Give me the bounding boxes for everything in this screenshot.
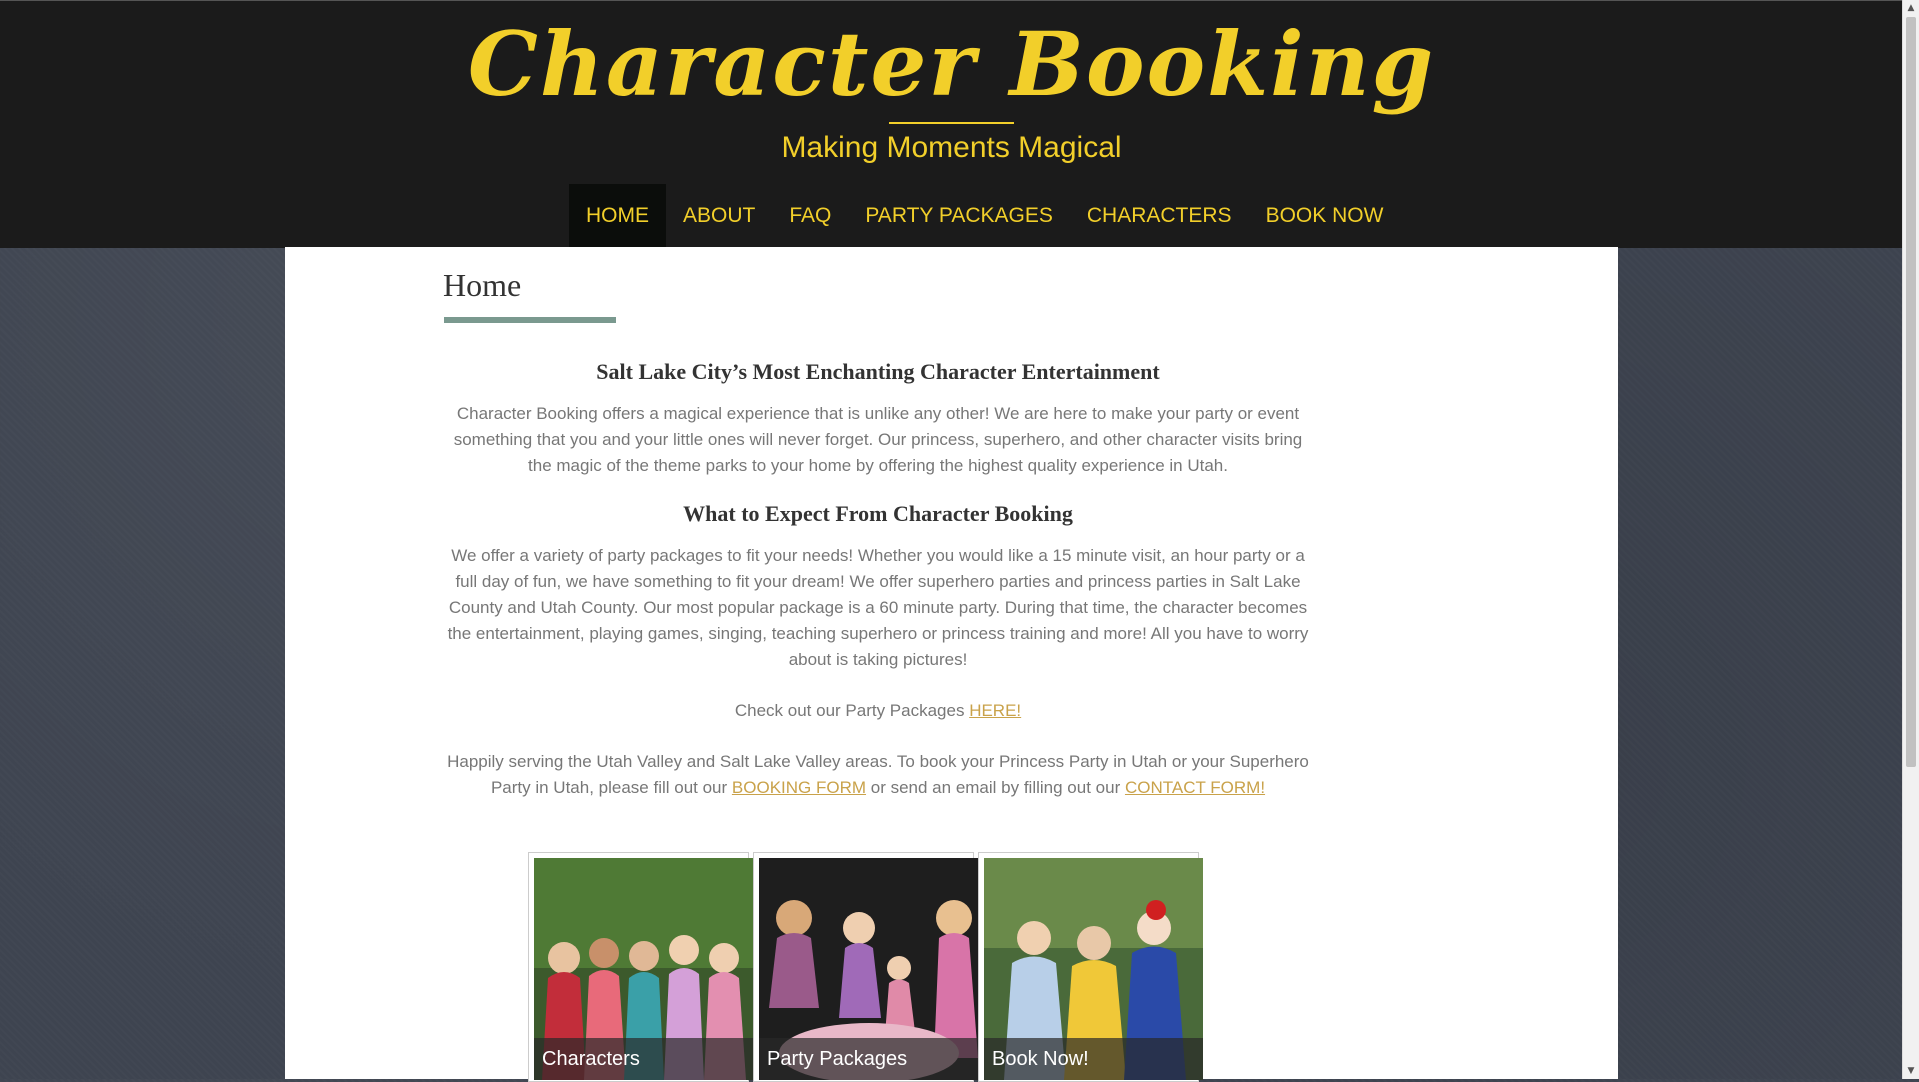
page: Character Booking Making Moments Magical… [0,0,1903,1082]
site-header: Character Booking Making Moments Magical… [0,0,1903,248]
characters-photo: Characters [534,858,753,1080]
tile-characters[interactable]: Characters [528,852,753,1082]
tile-caption-party-packages: Party Packages [759,1038,978,1080]
intro-paragraph: Character Booking offers a magical exper… [453,404,1303,475]
feature-tiles: Characters Party Packages Book Now! [528,852,1203,1082]
vertical-scrollbar[interactable]: ▲ ▼ [1902,0,1919,1079]
packages-line: Check out our Party Packages HERE! [443,698,1313,724]
main-content: Home Salt Lake City’s Most Enchanting Ch… [285,247,1618,1082]
scroll-down-icon[interactable]: ▼ [1903,1063,1919,1079]
packages-prefix: Check out our Party Packages [734,701,970,720]
nav-item-characters[interactable]: CHARACTERS [1070,184,1249,248]
serving-text-2: or send an email by filling out our [866,778,1125,797]
nav-item-party-packages[interactable]: PARTY PACKAGES [848,184,1070,248]
party-packages-photo: Party Packages [759,858,978,1080]
expect-paragraph: We offer a variety of party packages to … [447,546,1309,669]
contact-form-link[interactable]: CONTACT FORM! [1125,778,1265,797]
packages-link[interactable]: HERE! [969,701,1021,720]
section-heading-expect: What to Expect From Character Booking [683,501,1073,526]
tile-caption-book-now: Book Now! [984,1038,1203,1080]
scroll-thumb[interactable] [1906,17,1916,767]
site-logo[interactable]: Character Booking [0,9,1903,119]
nav-item-home[interactable]: HOME [569,184,666,248]
tile-book-now[interactable]: Book Now! [978,852,1203,1082]
tile-caption-characters: Characters [534,1038,753,1080]
logo-divider [889,122,1014,124]
tile-party-packages[interactable]: Party Packages [753,852,978,1082]
nav-item-faq[interactable]: FAQ [772,184,848,248]
nav-item-book-now[interactable]: BOOK NOW [1249,184,1401,248]
section-heading-enchanting: Salt Lake City’s Most Enchanting Charact… [596,359,1160,384]
main-nav: HOME ABOUT FAQ PARTY PACKAGES CHARACTERS… [569,184,1400,248]
serving-paragraph: Happily serving the Utah Valley and Salt… [443,749,1313,801]
book-now-photo: Book Now! [984,858,1203,1080]
nav-item-about[interactable]: ABOUT [666,184,772,248]
site-tagline: Making Moments Magical [781,131,1122,164]
scroll-up-icon[interactable]: ▲ [1903,0,1919,16]
body-column: Salt Lake City’s Most Enchanting Charact… [443,359,1313,801]
page-title: Home [443,267,522,303]
booking-form-link[interactable]: BOOKING FORM [732,778,866,797]
title-underline [444,317,616,323]
